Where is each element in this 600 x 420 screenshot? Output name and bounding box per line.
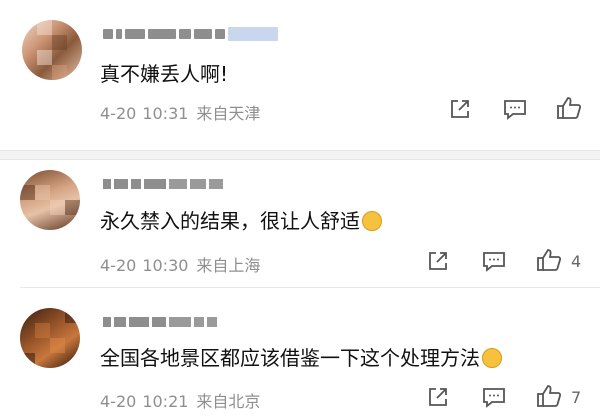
avatar[interactable] [20,170,80,230]
share-icon [451,100,469,118]
laughing-face-emoji-icon [482,348,502,368]
comment-time: 10:30 [142,256,189,275]
like-button[interactable] [536,247,562,273]
comment-icon [504,100,526,120]
comment-text: 真不嫌丢人啊! [100,62,229,86]
username-blurred[interactable] [103,176,223,192]
comment-text-content: 全国各地景区都应该借鉴一下这个处理方法 [100,346,480,370]
share-icon [429,252,447,270]
reply-button[interactable] [481,384,507,410]
comment-item [0,0,600,152]
comment-time: 10:21 [142,392,189,411]
reply-button[interactable] [481,248,507,274]
share-icon [429,388,447,406]
like-count: 7 [571,388,582,407]
comment-time: 10:31 [142,104,189,123]
comment-text-content: 永久禁入的结果，很让人舒适 [100,209,360,233]
thumbs-up-icon [557,97,582,119]
share-button[interactable] [447,96,473,122]
comment-meta: 4-20 10:30 来自上海 [100,252,268,276]
share-button[interactable] [425,248,451,274]
section-gap [0,150,600,160]
comment-date: 4-20 [100,104,137,123]
like-button[interactable] [536,383,562,409]
comment-date: 4-20 [100,256,137,275]
divider [20,287,600,288]
username-blurred[interactable] [103,26,278,42]
comment-location: 来自上海 [196,256,261,275]
relieved-face-emoji-icon [362,211,382,231]
share-button[interactable] [425,384,451,410]
username-blurred[interactable] [103,314,217,330]
comment-meta: 4-20 10:21 来自北京 [100,388,268,412]
like-button[interactable] [556,95,582,121]
avatar[interactable] [22,20,82,80]
like-count: 4 [571,252,582,271]
comment-icon [483,388,505,408]
comment-date: 4-20 [100,392,137,411]
comment-location: 来自北京 [196,392,261,411]
thumbs-up-icon [537,385,562,407]
comment-text: 全国各地景区都应该借鉴一下这个处理方法 [100,342,502,371]
avatar[interactable] [20,308,80,368]
comment-meta: 4-20 10:31 来自天津 [100,100,268,124]
thumbs-up-icon [537,249,562,271]
comment-text: 永久禁入的结果，很让人舒适 [100,205,382,234]
comment-icon [483,252,505,272]
comment-location: 来自天津 [196,104,261,123]
reply-button[interactable] [502,96,528,122]
